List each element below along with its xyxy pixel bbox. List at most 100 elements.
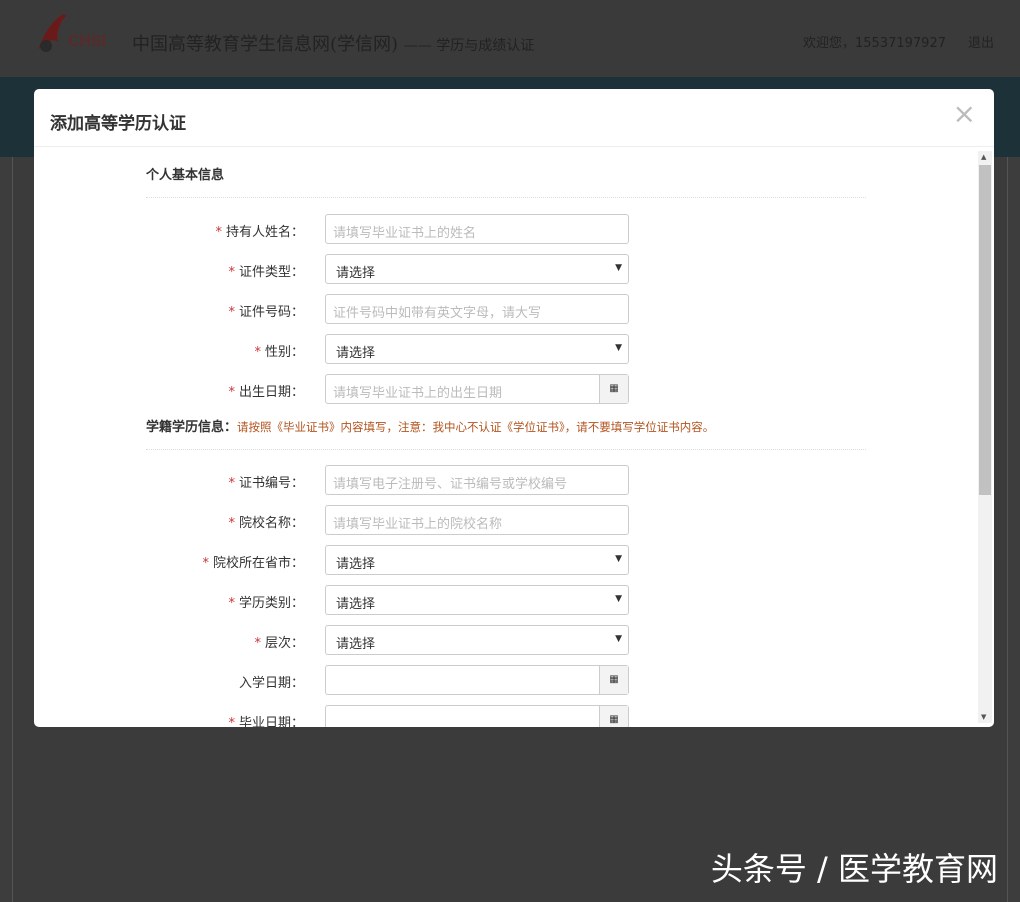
scrollbar[interactable]: ▲ ▼ <box>978 151 992 723</box>
required-marker: * <box>228 516 235 531</box>
text-input[interactable]: ▦ <box>325 705 629 727</box>
modal-title: 添加高等学历认证 <box>50 109 186 134</box>
input-placeholder: 请填写电子注册号、证书编号或学校编号 <box>333 477 567 492</box>
calendar-icon[interactable]: ▦ <box>599 706 628 727</box>
field-label: * 学历类别： <box>228 592 304 611</box>
text-input[interactable]: 请填写毕业证书上的出生日期 ▦ <box>325 374 629 404</box>
scroll-down-icon[interactable]: ▼ <box>981 713 986 721</box>
chevron-down-icon: ▼ <box>615 634 622 644</box>
select-value: 请选择 <box>336 346 375 361</box>
select-field[interactable]: 请选择 ▼ <box>325 585 629 615</box>
form-row: * 院校所在省市： 请选择 ▼ <box>34 545 734 575</box>
required-marker: * <box>228 385 235 400</box>
field-label-text: 证件号码： <box>239 305 304 320</box>
chevron-down-icon: ▼ <box>615 263 622 273</box>
field-label: * 院校所在省市： <box>202 552 304 571</box>
field-label-text: 性别： <box>265 345 304 360</box>
site-title[interactable]: 中国高等教育学生信息网(学信网) —— 学历与成绩认证 <box>132 30 534 56</box>
field-label-text: 证件类型： <box>239 265 304 280</box>
select-field[interactable]: 请选择 ▼ <box>325 625 629 655</box>
chevron-down-icon: ▼ <box>615 343 622 353</box>
input-placeholder: 证件号码中如带有英文字母，请大写 <box>333 306 541 321</box>
input-placeholder: 请填写毕业证书上的出生日期 <box>333 386 502 401</box>
field-label: * 证件类型： <box>228 261 304 280</box>
site-title-text: 中国高等教育学生信息网(学信网) <box>132 34 398 55</box>
form-row: * 学历类别： 请选择 ▼ <box>34 585 734 615</box>
section-personal-info: 个人基本信息 <box>146 164 224 183</box>
field-label: * 性别： <box>254 341 304 360</box>
education-notice: 请按照《毕业证书》内容填写，注意：我中心不认证《学位证书》，请不要填写学位证书内… <box>237 420 714 434</box>
field-label-text: 毕业日期： <box>239 716 304 727</box>
form-row: * 性别： 请选择 ▼ <box>34 334 734 364</box>
scroll-up-icon[interactable]: ▲ <box>981 153 986 161</box>
site-header: CHSI 中国高等教育学生信息网(学信网) —— 学历与成绩认证 欢迎您，155… <box>0 0 1020 77</box>
required-marker: * <box>215 225 222 240</box>
logo-text: CHSI <box>68 33 106 51</box>
field-label-text: 入学日期： <box>239 676 304 691</box>
form-row: 入学日期： ▦ <box>34 665 734 695</box>
field-label-text: 院校名称： <box>239 516 304 531</box>
divider <box>146 197 866 198</box>
text-input[interactable]: ▦ <box>325 665 629 695</box>
field-label-text: 院校所在省市： <box>213 556 304 571</box>
chevron-down-icon: ▼ <box>615 594 622 604</box>
text-input[interactable]: 请填写毕业证书上的院校名称 <box>325 505 629 535</box>
select-value: 请选择 <box>336 557 375 572</box>
field-label: * 院校名称： <box>228 512 304 531</box>
logout-link[interactable]: 退出 <box>968 32 994 51</box>
field-label: 入学日期： <box>235 672 304 691</box>
field-label-text: 持有人姓名： <box>226 225 304 240</box>
form-row: * 毕业日期： ▦ <box>34 705 734 727</box>
field-label-text: 证书编号： <box>239 476 304 491</box>
chevron-down-icon: ▼ <box>615 554 622 564</box>
add-certification-modal: 添加高等学历认证 × 个人基本信息 学籍学历信息：请按照《毕业证书》内容填写，注… <box>34 89 994 727</box>
input-placeholder: 请填写毕业证书上的院校名称 <box>333 517 502 532</box>
field-label: * 层次： <box>254 632 304 651</box>
select-field[interactable]: 请选择 ▼ <box>325 334 629 364</box>
form-row: * 院校名称： 请填写毕业证书上的院校名称 <box>34 505 734 535</box>
form-row: * 持有人姓名： 请填写毕业证书上的姓名 <box>34 214 734 244</box>
close-icon[interactable]: × <box>953 97 976 130</box>
required-marker: * <box>228 476 235 491</box>
required-marker: * <box>228 305 235 320</box>
field-label: * 出生日期： <box>228 381 304 400</box>
select-value: 请选择 <box>336 597 375 612</box>
form-row: * 出生日期： 请填写毕业证书上的出生日期 ▦ <box>34 374 734 404</box>
divider <box>146 449 866 450</box>
watermark: 头条号 / 医学教育网 <box>711 844 998 890</box>
section-education-info: 学籍学历信息：请按照《毕业证书》内容填写，注意：我中心不认证《学位证书》，请不要… <box>146 416 714 435</box>
text-input[interactable]: 请填写毕业证书上的姓名 <box>325 214 629 244</box>
select-field[interactable]: 请选择 ▼ <box>325 254 629 284</box>
field-label: * 持有人姓名： <box>215 221 304 240</box>
field-label-text: 学历类别： <box>239 596 304 611</box>
form-row: * 证件类型： 请选择 ▼ <box>34 254 734 284</box>
modal-body: 个人基本信息 学籍学历信息：请按照《毕业证书》内容填写，注意：我中心不认证《学位… <box>34 147 978 727</box>
scrollbar-thumb[interactable] <box>979 165 991 495</box>
text-input[interactable]: 证件号码中如带有英文字母，请大写 <box>325 294 629 324</box>
field-label: * 毕业日期： <box>228 712 304 727</box>
form-row: * 证书编号： 请填写电子注册号、证书编号或学校编号 <box>34 465 734 495</box>
text-input[interactable]: 请填写电子注册号、证书编号或学校编号 <box>325 465 629 495</box>
form-row: * 证件号码： 证件号码中如带有英文字母，请大写 <box>34 294 734 324</box>
required-marker: * <box>254 345 261 360</box>
required-marker: * <box>228 265 235 280</box>
required-marker: * <box>228 716 235 727</box>
user-greeting: 欢迎您，15537197927 <box>803 32 946 51</box>
calendar-icon[interactable]: ▦ <box>599 375 628 403</box>
input-placeholder: 请填写毕业证书上的姓名 <box>333 226 476 241</box>
required-marker: * <box>254 636 261 651</box>
field-label-text: 出生日期： <box>239 385 304 400</box>
required-marker: * <box>202 556 209 571</box>
section-education-title: 学籍学历信息： <box>146 420 237 435</box>
required-marker: * <box>228 596 235 611</box>
modal-header: 添加高等学历认证 × <box>34 89 994 147</box>
field-label: * 证书编号： <box>228 472 304 491</box>
form-row: * 层次： 请选择 ▼ <box>34 625 734 655</box>
calendar-icon[interactable]: ▦ <box>599 666 628 694</box>
site-subtitle: —— 学历与成绩认证 <box>404 38 534 54</box>
field-label-text: 层次： <box>265 636 304 651</box>
select-field[interactable]: 请选择 ▼ <box>325 545 629 575</box>
select-value: 请选择 <box>336 266 375 281</box>
field-label: * 证件号码： <box>228 301 304 320</box>
select-value: 请选择 <box>336 637 375 652</box>
